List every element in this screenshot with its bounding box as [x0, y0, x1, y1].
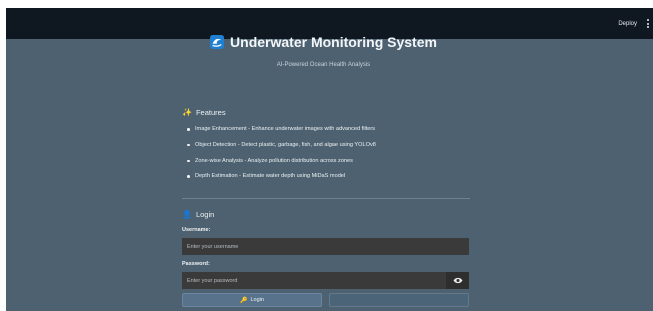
page-title: Underwater Monitoring System	[210, 34, 437, 50]
user-icon: 👤	[182, 210, 192, 219]
deploy-button[interactable]: Deploy	[618, 21, 637, 27]
features-heading: ✨ Features	[182, 108, 226, 117]
features-list: Image Enhancement - Enhance underwater i…	[186, 125, 476, 188]
password-label: Password:	[182, 261, 210, 267]
features-heading-text: Features	[195, 108, 226, 117]
login-heading: 👤 Login	[182, 210, 214, 219]
section-divider	[182, 198, 470, 199]
kebab-menu-icon[interactable]	[647, 19, 649, 28]
page-title-text: Underwater Monitoring System	[230, 34, 437, 50]
list-item: Zone-wise Analysis - Analyze pollution d…	[186, 157, 476, 173]
eye-icon	[453, 277, 462, 284]
wave-icon	[210, 35, 225, 49]
login-heading-text: Login	[195, 210, 215, 219]
username-label: Username:	[182, 227, 211, 233]
list-item: Object Detection - Detect plastic, garba…	[186, 141, 476, 157]
sparkle-icon: ✨	[182, 108, 192, 117]
username-input[interactable]	[182, 238, 469, 255]
show-password-button[interactable]	[446, 272, 469, 289]
login-button-label: Login	[250, 297, 264, 303]
key-icon: 🔑	[240, 298, 248, 304]
list-item: Image Enhancement - Enhance underwater i…	[186, 125, 476, 141]
login-button[interactable]: 🔑 Login	[182, 293, 322, 307]
password-input[interactable]	[182, 272, 469, 289]
page-header: Underwater Monitoring System	[0, 34, 647, 53]
list-item: Depth Estimation - Estimate water depth …	[186, 172, 476, 188]
page-subtitle: AI-Powered Ocean Health Analysis	[276, 62, 371, 68]
secondary-button[interactable]	[329, 293, 469, 307]
